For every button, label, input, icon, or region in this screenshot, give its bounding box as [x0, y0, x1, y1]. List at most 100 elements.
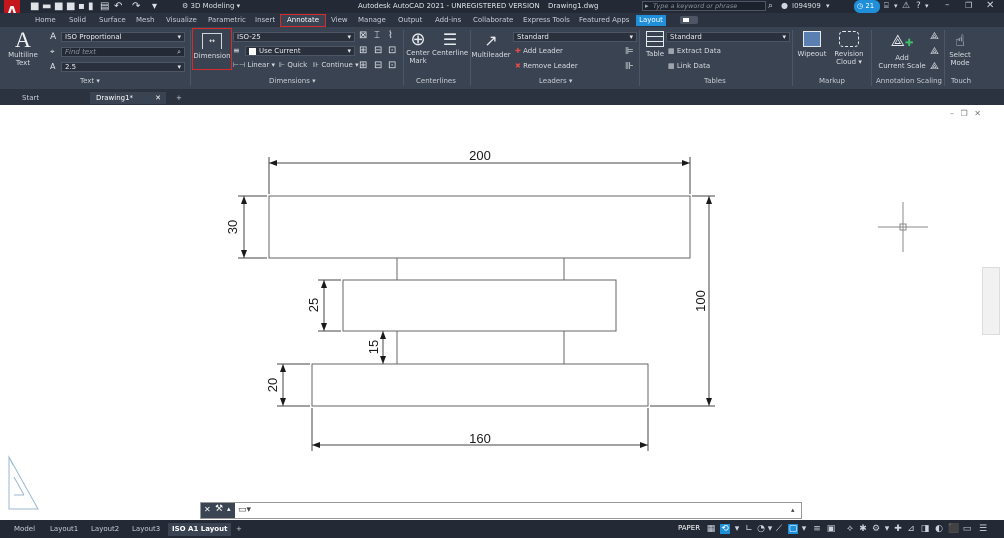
multileader-button[interactable]: ↗ Multileader — [471, 31, 511, 59]
dim-adjust-icon[interactable]: ⊞ — [359, 46, 367, 56]
user-icon[interactable]: ● — [781, 1, 788, 10]
workspace-gear-icon[interactable]: ⚙ — [871, 524, 881, 534]
tab-parametric[interactable]: Parametric — [205, 15, 249, 26]
wrench-icon[interactable]: ⚒ — [215, 504, 223, 514]
redo-icon[interactable]: ↷ — [132, 2, 140, 12]
align-leaders-icon[interactable]: ⊫ — [625, 47, 634, 57]
tab-insert[interactable]: Insert — [252, 15, 278, 26]
command-history-icon[interactable]: ▴ — [791, 506, 795, 514]
dimension-left-middle[interactable]: 25 — [306, 279, 341, 332]
notification-badge[interactable]: ◷ 21 — [854, 0, 880, 13]
drawing-canvas[interactable]: – ❐ ✕ 200 30 25 15 20 100 160 ✕ ⚒ ▴ ▭▾ ▴ — [0, 105, 1004, 520]
close-icon[interactable]: ✕ — [204, 505, 211, 514]
dimension-style-select[interactable]: ISO-25 ▾ — [233, 32, 355, 42]
dimension-gap[interactable]: 15 — [366, 331, 386, 364]
user-dropdown-icon[interactable]: ▾ — [826, 2, 830, 10]
quick-button[interactable]: ⊩ Quick — [279, 61, 307, 69]
tab-layout3[interactable]: Layout3 — [128, 523, 164, 536]
workspace-switcher[interactable]: ⚙ 3D Modeling ▾ — [182, 2, 240, 10]
a360-icon[interactable]: ⚠ — [902, 1, 910, 11]
chevron-up-icon[interactable]: ▴ — [227, 505, 231, 513]
save-icon[interactable]: ■ — [54, 2, 63, 12]
dimension-bottom[interactable]: 160 — [311, 408, 649, 451]
tab-view[interactable]: View — [328, 15, 351, 26]
tab-visualize[interactable]: Visualize — [163, 15, 200, 26]
tab-surface[interactable]: Surface — [96, 15, 129, 26]
remove-leader-button[interactable]: ✖ Remove Leader — [515, 62, 578, 70]
linear-button[interactable]: ⊢⊣ Linear ▾ — [233, 61, 275, 69]
text-height-select[interactable]: 2.5 ▾ — [61, 62, 185, 72]
dim-jog-icon[interactable]: ⊡ — [388, 46, 396, 56]
open-icon[interactable]: ▬ — [42, 2, 51, 12]
annotation-visibility-icon[interactable]: ⟁ — [930, 47, 939, 57]
annotation-scale-icon[interactable]: ✚ — [893, 524, 903, 534]
dim-break-icon[interactable]: ⌇ — [388, 31, 393, 41]
osnap-dropdown-icon[interactable]: ▾ — [799, 524, 809, 534]
tab-add-ins[interactable]: Add-ins — [432, 15, 464, 26]
plot-icon[interactable]: ▤ — [100, 2, 109, 12]
minimize-icon[interactable]: – — [945, 0, 950, 10]
help-dropdown-icon[interactable]: ▾ — [925, 2, 929, 10]
tab-featured-apps[interactable]: Featured Apps — [576, 15, 632, 26]
workspace-dropdown-icon[interactable]: ▾ — [882, 524, 892, 534]
dim-text-angle-icon[interactable]: ⊟ — [374, 61, 382, 71]
annotation-sync-icon[interactable]: ⟁ — [930, 62, 939, 72]
tab-home[interactable]: Home — [32, 15, 59, 26]
revision-cloud-button[interactable]: Revision Cloud ▾ — [831, 31, 867, 66]
dim-update-icon[interactable]: ⊡ — [388, 61, 396, 71]
dimension-left-bottom[interactable]: 20 — [265, 363, 310, 407]
quick-properties-icon[interactable]: ◨ — [920, 524, 930, 534]
close-icon[interactable]: ✕ — [986, 0, 994, 11]
isolate-icon[interactable]: ◐ — [934, 524, 944, 534]
extract-data-button[interactable]: ▦ Extract Data — [668, 47, 721, 55]
dimensions-panel-label[interactable]: Dimensions ▾ — [269, 77, 316, 85]
new-layout-button[interactable]: + — [232, 523, 246, 536]
help-icon[interactable]: ? — [916, 1, 921, 11]
centerline-button[interactable]: ☰ Centerline — [432, 31, 468, 58]
find-text-input[interactable]: Find text ⌕ — [61, 47, 185, 57]
isodraft-icon[interactable]: ⟋ — [774, 524, 784, 534]
search-icon[interactable]: ⌕ — [177, 48, 181, 56]
ribbon-toggle-button[interactable] — [680, 16, 698, 24]
clean-screen-icon[interactable]: ▭ — [962, 524, 972, 534]
paper-space-toggle[interactable]: PAPER — [678, 524, 700, 532]
transparency-icon[interactable]: ▣ — [826, 524, 836, 534]
tab-annotate[interactable]: Annotate — [280, 14, 326, 27]
dimension-button[interactable]: ↔ Dimension — [192, 28, 232, 70]
rect-bottom[interactable] — [311, 363, 649, 407]
annotation-scale-icon[interactable]: ⟁ — [930, 32, 939, 42]
dimension-layer-select[interactable]: Use Current ▾ — [245, 46, 355, 56]
leader-style-select[interactable]: Standard ▾ — [513, 32, 637, 42]
tab-layout2[interactable]: Layout2 — [87, 523, 123, 536]
close-icon[interactable]: ✕ — [155, 92, 161, 104]
tab-solid[interactable]: Solid — [66, 15, 89, 26]
command-input[interactable] — [257, 504, 787, 517]
search-box[interactable]: ▸ Type a keyword or phrase — [642, 1, 766, 11]
search-icon[interactable]: ⌕ — [768, 1, 773, 11]
dim-space-icon[interactable]: ⊟ — [374, 46, 382, 56]
osnap-icon[interactable]: ▢ — [788, 524, 798, 534]
dim-inspect-icon[interactable]: ⌶ — [374, 31, 380, 41]
text-style-select[interactable]: ISO Proportional ▾ — [61, 32, 185, 42]
user-name[interactable]: I094909 — [792, 2, 821, 10]
selection-cycling-icon[interactable]: ⟡ — [845, 524, 855, 534]
link-data-button[interactable]: ▦ Link Data — [668, 62, 710, 70]
maximize-icon[interactable]: ❐ — [965, 1, 972, 10]
new-icon[interactable]: ■ — [30, 2, 39, 12]
rect-top[interactable] — [268, 195, 691, 259]
table-style-select[interactable]: Standard ▾ — [666, 32, 790, 42]
customization-icon[interactable]: ☰ — [978, 524, 988, 534]
dim-tolerance-icon[interactable]: ⊠ — [359, 31, 367, 41]
leaders-panel-label[interactable]: Leaders ▾ — [539, 77, 572, 85]
mobile-icon[interactable]: ▮ — [88, 2, 94, 12]
dimension-top[interactable]: 200 — [268, 148, 691, 194]
center-mark-button[interactable]: ⊕ Center Mark — [404, 31, 432, 66]
text-panel-label[interactable]: Text ▾ — [80, 77, 100, 85]
rect-middle[interactable] — [342, 279, 617, 332]
tab-layout1[interactable]: Layout1 — [46, 523, 82, 536]
tab-iso-a1-layout[interactable]: ISO A1 Layout — [168, 523, 232, 536]
cart-dropdown-icon[interactable]: ▾ — [894, 2, 898, 10]
table-button[interactable]: Table — [642, 31, 668, 58]
search-input[interactable]: Type a keyword or phrase — [653, 2, 737, 11]
continue-button[interactable]: ⊪ Continue ▾ — [313, 61, 359, 69]
